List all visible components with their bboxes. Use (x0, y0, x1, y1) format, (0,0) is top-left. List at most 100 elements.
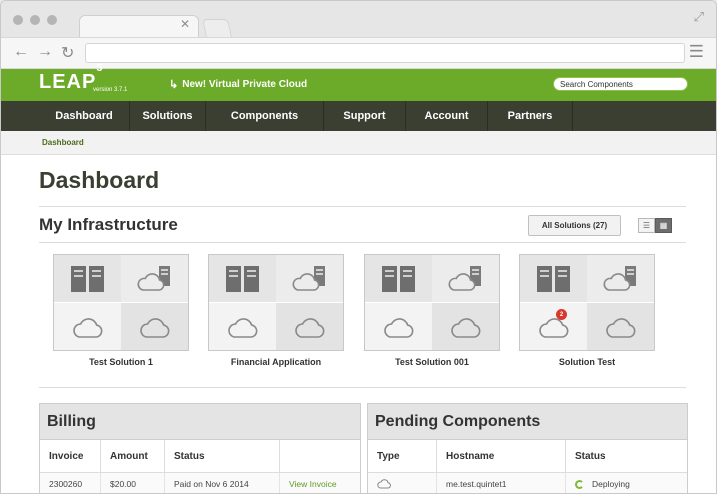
cloud-server-icon (448, 265, 481, 291)
solution-quadrant (365, 303, 432, 350)
fullscreen-icon[interactable]: ⤢ (694, 9, 704, 25)
nav-dashboard[interactable]: Dashboard (39, 101, 130, 131)
version-label: version 3.7.1 (93, 87, 128, 93)
table-row: 2300260 $20.00 Paid on Nov 6 2014 View I… (40, 473, 360, 493)
invoice-amount: $20.00 (101, 473, 165, 493)
notification-badge: 2 (556, 309, 567, 320)
cloud-server-icon (292, 265, 325, 291)
announcement-link[interactable]: ↳ New! Virtual Private Cloud (169, 78, 307, 91)
cloud-server-icon (603, 265, 636, 291)
solution-quadrant (209, 255, 276, 302)
new-tab-button[interactable] (202, 19, 232, 37)
column-header[interactable]: Amount (101, 440, 165, 472)
component-status: Deploying (566, 473, 687, 493)
divider (39, 387, 686, 388)
pending-title: Pending Components (368, 404, 687, 440)
cloud-icon (227, 317, 257, 338)
solution-tile[interactable] (53, 254, 189, 351)
cloud-icon (383, 317, 413, 338)
back-icon[interactable]: ← (13, 43, 29, 61)
solution-quadrant (54, 303, 121, 350)
reload-icon[interactable]: ↻ (61, 43, 74, 63)
billing-table-header: Invoice Amount Status (40, 440, 360, 473)
logo-text: LEAP (39, 71, 97, 93)
close-icon[interactable]: ✕ (180, 17, 190, 31)
invoice-status: Paid on Nov 6 2014 (165, 473, 280, 493)
grid-view-icon[interactable]: ▦ (655, 218, 672, 233)
window-controls (13, 15, 57, 25)
divider (39, 206, 686, 207)
solution-quadrant (121, 255, 188, 302)
server-icon (381, 265, 415, 292)
browser-tab[interactable]: ✕ (79, 15, 199, 37)
forward-icon[interactable]: → (37, 43, 53, 61)
cloud-icon (450, 317, 480, 338)
billing-panel: Billing Invoice Amount Status 2300260 $2… (39, 403, 361, 493)
all-solutions-button[interactable]: All Solutions (27) (528, 215, 621, 236)
cloud-icon (377, 479, 391, 489)
component-hostname: me.test.quintet1 (437, 473, 566, 493)
divider (39, 242, 686, 243)
solution-quadrant (121, 303, 188, 350)
view-toggle: ☰ ▦ (638, 218, 672, 233)
solution-quadrant (432, 303, 499, 350)
solution-quadrant (365, 255, 432, 302)
arrow-down-right-icon: ↳ (169, 79, 179, 91)
column-header (280, 440, 360, 472)
solution-label[interactable]: Test Solution 001 (364, 357, 500, 367)
solution-label[interactable]: Test Solution 1 (53, 357, 189, 367)
solution-quadrant: 2 (520, 303, 587, 350)
cloud-icon (139, 317, 169, 338)
app-header: LEAP3 version 3.7.1 ↳ New! Virtual Priva… (1, 62, 716, 101)
solution-quadrant (432, 255, 499, 302)
solution-quadrant (587, 303, 654, 350)
menu-icon[interactable]: ☰ (689, 42, 704, 62)
solution-tile[interactable] (364, 254, 500, 351)
pending-components-panel: Pending Components Type Hostname Status … (367, 403, 688, 493)
solution-tile[interactable]: 2 (519, 254, 655, 351)
maximize-window-button[interactable] (47, 15, 57, 25)
page-title: Dashboard (39, 167, 160, 193)
column-header[interactable]: Status (566, 440, 687, 472)
solution-quadrant (209, 303, 276, 350)
view-invoice-link[interactable]: View Invoice (280, 473, 360, 493)
breadcrumb[interactable]: Dashboard (42, 138, 84, 147)
nav-solutions[interactable]: Solutions (130, 101, 206, 131)
column-header[interactable]: Hostname (437, 440, 566, 472)
browser-window: ✕ ⤢ ← → ↻ ☰ LEAP3 version 3.7.1 ↳ New! V… (0, 0, 717, 494)
cloud-icon (294, 317, 324, 338)
list-view-icon[interactable]: ☰ (638, 218, 655, 233)
column-header[interactable]: Invoice (40, 440, 101, 472)
nav-account[interactable]: Account (406, 101, 488, 131)
pending-table-header: Type Hostname Status (368, 440, 687, 473)
solution-quadrant (276, 255, 343, 302)
cloud-server-icon (137, 265, 170, 291)
main-nav: Dashboard Solutions Components Support A… (1, 101, 716, 131)
loading-spinner-icon (575, 479, 584, 489)
search-input[interactable] (553, 77, 688, 91)
server-icon (536, 265, 570, 292)
nav-partners[interactable]: Partners (488, 101, 573, 131)
logo-superscript: 3 (96, 62, 104, 75)
solution-tile[interactable] (208, 254, 344, 351)
browser-tab-strip: ✕ ⤢ (1, 1, 716, 37)
infrastructure-title: My Infrastructure (39, 215, 178, 234)
component-status-text: Deploying (592, 479, 630, 489)
component-type (368, 473, 437, 493)
cloud-icon (605, 317, 635, 338)
solution-quadrant (520, 255, 587, 302)
close-window-button[interactable] (13, 15, 23, 25)
address-bar[interactable] (85, 43, 685, 63)
nav-components[interactable]: Components (206, 101, 324, 131)
cloud-icon (72, 317, 102, 338)
breadcrumb-bar: Dashboard (1, 131, 716, 155)
column-header[interactable]: Status (165, 440, 280, 472)
billing-title: Billing (40, 404, 360, 440)
nav-support[interactable]: Support (324, 101, 406, 131)
minimize-window-button[interactable] (30, 15, 40, 25)
solution-label[interactable]: Solution Test (519, 357, 655, 367)
server-icon (70, 265, 104, 292)
solution-label[interactable]: Financial Application (208, 357, 344, 367)
column-header[interactable]: Type (368, 440, 437, 472)
solution-quadrant (54, 255, 121, 302)
